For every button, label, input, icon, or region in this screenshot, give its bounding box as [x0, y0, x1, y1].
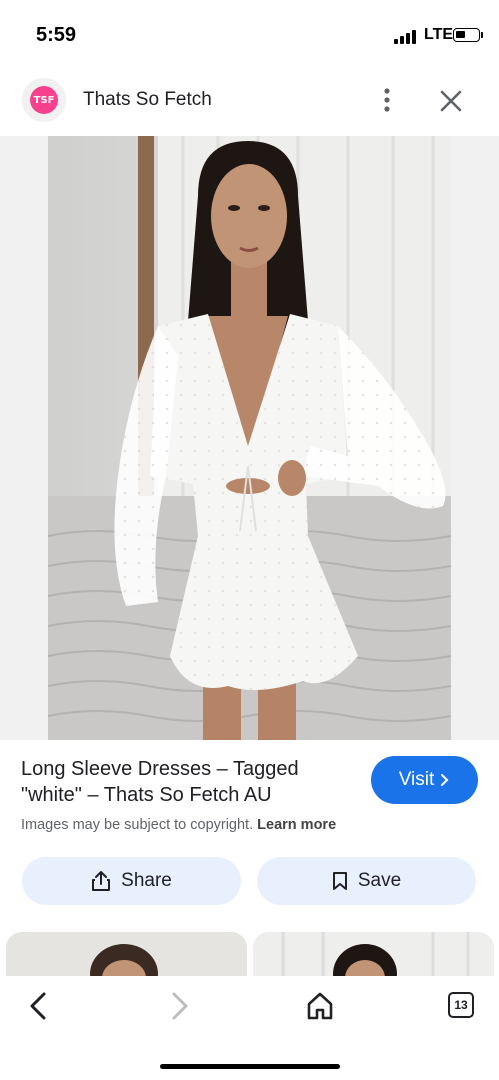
- share-icon: [92, 871, 111, 891]
- site-logo[interactable]: TSF: [30, 86, 58, 114]
- product-photo[interactable]: [48, 136, 451, 740]
- battery-icon: [453, 28, 480, 42]
- share-label: Share: [121, 870, 172, 891]
- save-button[interactable]: Save: [257, 857, 476, 905]
- chevron-right-icon: [441, 774, 449, 786]
- learn-more-link[interactable]: Learn more: [257, 817, 336, 833]
- copyright-text: Images may be subject to copyright.: [21, 817, 254, 833]
- tab-switcher-button[interactable]: 13: [448, 992, 474, 1018]
- close-icon[interactable]: [438, 88, 464, 114]
- share-button[interactable]: Share: [22, 857, 241, 905]
- site-name[interactable]: Thats So Fetch: [83, 89, 212, 111]
- copyright-notice: Images may be subject to copyright. Lear…: [21, 817, 336, 833]
- forward-icon[interactable]: [168, 990, 192, 1022]
- visit-button[interactable]: Visit: [371, 756, 478, 804]
- bookmark-icon: [332, 872, 347, 890]
- signal-icon: [394, 30, 416, 44]
- save-label: Save: [357, 870, 402, 891]
- battery-nub: [481, 32, 483, 38]
- home-indicator[interactable]: [160, 1064, 340, 1069]
- related-image-2[interactable]: [253, 932, 494, 980]
- result-title[interactable]: Long Sleeve Dresses – Tagged "white" – T…: [21, 756, 341, 808]
- more-options-icon[interactable]: [376, 86, 398, 114]
- home-icon[interactable]: [305, 990, 335, 1022]
- network-label: LTE: [424, 26, 454, 43]
- visit-label: Visit: [398, 769, 435, 790]
- back-icon[interactable]: [26, 990, 50, 1022]
- related-image-1[interactable]: [6, 932, 247, 980]
- status-time: 5:59: [36, 24, 77, 46]
